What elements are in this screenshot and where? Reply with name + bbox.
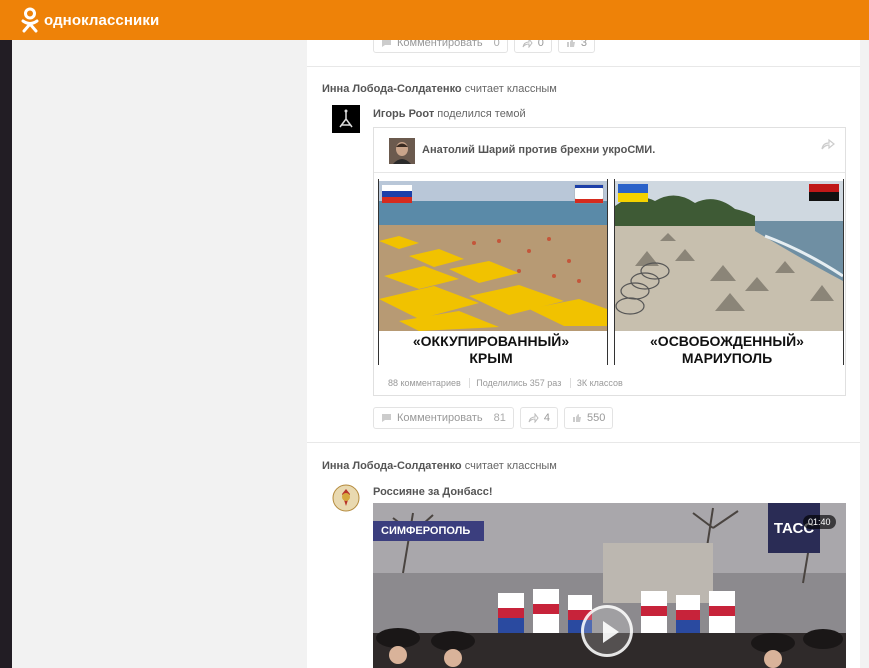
left-caption-line1: «ОККУПИРОВАННЫЙ» bbox=[412, 333, 570, 349]
comparison-image[interactable]: «ОККУПИРОВАННЫЙ» КРЫМ «ОСВОБОЖДЕННЫЙ» МА… bbox=[375, 173, 844, 368]
share-count: 4 bbox=[543, 412, 551, 424]
author-line: Игорь Роот поделился темой bbox=[373, 108, 526, 120]
right-gutter bbox=[860, 40, 869, 668]
share-button[interactable]: 4 bbox=[519, 407, 559, 429]
beach-scene bbox=[379, 181, 607, 331]
left-dark-strip bbox=[0, 0, 12, 668]
liker-line: Инна Лобода-Солдатенко считает классным bbox=[322, 83, 557, 95]
comment-label: Комментировать bbox=[397, 412, 483, 424]
left-caption-line2: КРЫМ bbox=[469, 350, 513, 366]
thumbs-up-icon bbox=[573, 414, 582, 422]
comment-count: 81 bbox=[493, 412, 506, 424]
fortified-beach-scene bbox=[615, 181, 843, 331]
like-button[interactable]: 550 bbox=[564, 407, 614, 429]
mariupol-half: «ОСВОБОЖДЕННЫЙ» МАРИУПОЛЬ bbox=[611, 173, 844, 368]
post-divider bbox=[307, 66, 860, 67]
upa-flag-icon bbox=[809, 184, 839, 201]
mariupol-beach-photo bbox=[615, 181, 843, 331]
shared-topic-title[interactable]: Анатолий Шарий против брехни укроСМИ. bbox=[422, 144, 655, 156]
ok-logo-icon[interactable] bbox=[20, 7, 40, 33]
liker-action: считает классным bbox=[464, 83, 557, 95]
comment-button[interactable]: Комментировать 81 bbox=[373, 407, 514, 429]
author-action: поделился темой bbox=[437, 108, 526, 120]
comments-stat[interactable]: 88 комментариев bbox=[388, 378, 467, 388]
author-name-link[interactable]: Игорь Роот bbox=[373, 108, 434, 120]
shared-topic-header: Анатолий Шарий против брехни укроСМИ. bbox=[374, 128, 845, 173]
like-count: 550 bbox=[587, 412, 606, 424]
post-divider bbox=[307, 442, 860, 443]
crimea-beach-photo bbox=[379, 181, 607, 331]
share-icon bbox=[528, 413, 539, 423]
group-avatar[interactable] bbox=[332, 484, 360, 512]
video-player[interactable]: СИМФЕРОПОЛЬ ТАСС 01:40 bbox=[373, 503, 846, 668]
liker-action: считает классным bbox=[464, 460, 557, 472]
crimea-half: «ОККУПИРОВАННЫЙ» КРЫМ bbox=[375, 173, 608, 368]
crimea-flag-icon bbox=[574, 184, 604, 204]
shared-topic-card[interactable]: Анатолий Шарий против брехни укроСМИ. «О… bbox=[373, 127, 846, 396]
play-button[interactable] bbox=[581, 605, 633, 657]
comment-icon bbox=[382, 414, 391, 422]
group-line: Россияне за Донбасс! bbox=[373, 486, 493, 498]
russia-flag-icon bbox=[382, 185, 412, 203]
left-sidebar bbox=[12, 40, 307, 668]
post-actions: Комментировать 81 4 550 bbox=[373, 407, 614, 429]
person-photo-icon bbox=[389, 138, 415, 164]
right-caption: «ОСВОБОЖДЕННЫЙ» МАРИУПОЛЬ bbox=[611, 333, 843, 367]
liker-name-link[interactable]: Инна Лобода-Солдатенко bbox=[322, 460, 462, 472]
shares-stat[interactable]: Поделились 357 раз bbox=[469, 378, 568, 388]
author-avatar[interactable] bbox=[332, 105, 360, 133]
top-navigation-bar: одноклассники bbox=[0, 0, 869, 40]
group-name-link[interactable]: Россияне за Донбасс! bbox=[373, 486, 493, 498]
city-label: СИМФЕРОПОЛЬ bbox=[373, 521, 485, 541]
liker-line: Инна Лобода-Солдатенко считает классным bbox=[322, 460, 557, 472]
news-feed: Комментировать 0 0 3 Инна Лобода-Солдате… bbox=[307, 0, 860, 668]
likes-stat[interactable]: 3К классов bbox=[569, 378, 629, 388]
liker-name-link[interactable]: Инна Лобода-Солдатенко bbox=[322, 83, 462, 95]
play-icon bbox=[603, 621, 619, 643]
video-duration: 01:40 bbox=[803, 515, 836, 529]
logo-text[interactable]: одноклассники bbox=[44, 12, 159, 29]
shared-topic-stats: 88 комментариев Поделились 357 раз 3К кл… bbox=[388, 378, 629, 388]
shared-author-avatar[interactable] bbox=[389, 138, 415, 164]
right-caption-line2: МАРИУПОЛЬ bbox=[681, 350, 773, 366]
ukraine-flag-icon bbox=[618, 184, 648, 202]
left-caption: «ОККУПИРОВАННЫЙ» КРЫМ bbox=[375, 333, 607, 367]
reshare-icon[interactable] bbox=[821, 138, 835, 150]
right-caption-line1: «ОСВОБОЖДЕННЫЙ» bbox=[650, 333, 804, 349]
